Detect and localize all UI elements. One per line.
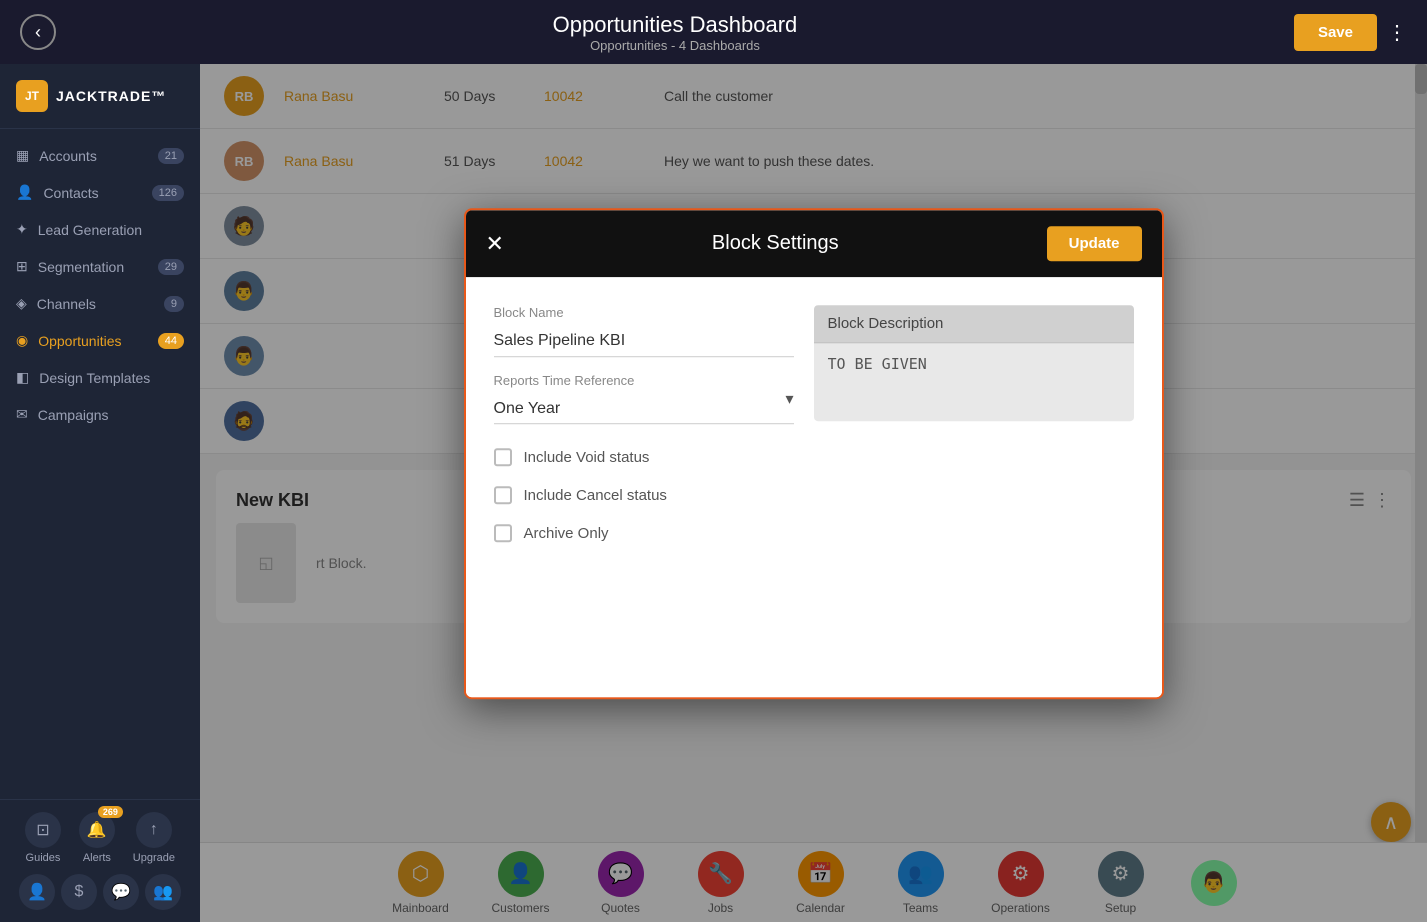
save-button[interactable]: Save xyxy=(1294,14,1377,51)
sidebar-item-opportunities[interactable]: ◉ Opportunities 44 xyxy=(0,322,200,359)
group-icon[interactable]: 👥 xyxy=(145,874,181,910)
lead-gen-label: Lead Generation xyxy=(38,222,142,238)
sidebar-item-design-templates[interactable]: ◧ Design Templates xyxy=(0,359,200,396)
design-icon: ◧ xyxy=(16,369,29,386)
time-ref-label: Reports Time Reference xyxy=(494,373,794,388)
segmentation-label: Segmentation xyxy=(38,259,124,275)
upgrade-label: Upgrade xyxy=(133,852,175,864)
sidebar-logo: JT JACKTRADE™ xyxy=(0,64,200,129)
accounts-icon: ▦ xyxy=(16,147,29,164)
opportunities-badge: 44 xyxy=(158,333,184,349)
block-desc-body: TO BE GIVEN xyxy=(814,343,1134,421)
campaigns-icon: ✉ xyxy=(16,406,28,423)
back-button[interactable]: ‹ xyxy=(20,14,56,50)
void-status-row: Include Void status xyxy=(494,448,1134,466)
cancel-status-row: Include Cancel status xyxy=(494,486,1134,504)
block-desc-header: Block Description xyxy=(814,305,1134,343)
guides-label: Guides xyxy=(26,852,61,864)
channels-label: Channels xyxy=(37,296,96,312)
block-desc-input[interactable]: TO BE GIVEN xyxy=(828,355,1120,405)
accounts-label: Accounts xyxy=(39,148,97,164)
sidebar-item-channels[interactable]: ◈ Channels 9 xyxy=(0,285,200,322)
content-area: RB Rana Basu 50 Days 10042 Call the cust… xyxy=(200,64,1427,922)
modal-right-section: Block Description TO BE GIVEN xyxy=(814,305,1134,424)
logo-icon: JT xyxy=(16,80,48,112)
design-label: Design Templates xyxy=(39,370,150,386)
modal-close-button[interactable]: ✕ xyxy=(486,233,504,255)
block-description-box: Block Description TO BE GIVEN xyxy=(814,305,1134,421)
page-subtitle: Opportunities - 4 Dashboards xyxy=(56,38,1294,53)
archive-only-checkbox[interactable] xyxy=(494,524,512,542)
channels-badge: 9 xyxy=(164,296,184,312)
opportunities-icon: ◉ xyxy=(16,332,28,349)
time-ref-select[interactable]: One Year Six Months Three Months One Mon… xyxy=(494,394,794,424)
accounts-badge: 21 xyxy=(158,148,184,164)
logo-text: JACKTRADE™ xyxy=(56,88,166,104)
sidebar-item-accounts[interactable]: ▦ Accounts 21 xyxy=(0,137,200,174)
modal-update-button[interactable]: Update xyxy=(1047,226,1142,261)
sidebar-item-campaigns[interactable]: ✉ Campaigns xyxy=(0,396,200,433)
modal-header: ✕ Block Settings Update xyxy=(466,210,1162,277)
guides-button[interactable]: ⊡ Guides xyxy=(25,812,61,864)
modal-left-section: Block Name Reports Time Reference One Ye… xyxy=(494,305,794,424)
block-settings-modal: ✕ Block Settings Update Block Name Repor… xyxy=(464,208,1164,699)
channels-icon: ◈ xyxy=(16,295,27,312)
user-icon[interactable]: 👤 xyxy=(19,874,55,910)
segmentation-badge: 29 xyxy=(158,259,184,275)
block-name-label: Block Name xyxy=(494,305,794,320)
page-title: Opportunities Dashboard xyxy=(56,12,1294,38)
more-options-icon[interactable]: ⋮ xyxy=(1387,20,1407,45)
alerts-badge: 269 xyxy=(98,806,123,818)
sidebar-item-lead-generation[interactable]: ✦ Lead Generation xyxy=(0,211,200,248)
cancel-status-label: Include Cancel status xyxy=(524,487,667,504)
contacts-badge: 126 xyxy=(152,185,184,201)
opportunities-label: Opportunities xyxy=(38,333,121,349)
block-name-field: Block Name xyxy=(494,305,794,357)
void-status-label: Include Void status xyxy=(524,449,650,466)
sidebar-item-contacts[interactable]: 👤 Contacts 126 xyxy=(0,174,200,211)
contacts-label: Contacts xyxy=(43,185,98,201)
main-layout: JT JACKTRADE™ ▦ Accounts 21 👤 Contacts xyxy=(0,64,1427,922)
time-ref-field: Reports Time Reference One Year Six Mont… xyxy=(494,373,794,424)
alerts-label: Alerts xyxy=(83,852,111,864)
modal-title: Block Settings xyxy=(504,232,1047,255)
modal-top-section: Block Name Reports Time Reference One Ye… xyxy=(494,305,1134,424)
void-status-checkbox[interactable] xyxy=(494,448,512,466)
chat-icon[interactable]: 💬 xyxy=(103,874,139,910)
block-name-input[interactable] xyxy=(494,326,794,357)
archive-only-row: Archive Only xyxy=(494,524,1134,542)
archive-only-label: Archive Only xyxy=(524,525,609,542)
top-header: ‹ Opportunities Dashboard Opportunities … xyxy=(0,0,1427,64)
contacts-icon: 👤 xyxy=(16,184,33,201)
header-right: Save ⋮ xyxy=(1294,14,1407,51)
segmentation-icon: ⊞ xyxy=(16,258,28,275)
sidebar: JT JACKTRADE™ ▦ Accounts 21 👤 Contacts xyxy=(0,64,200,922)
cancel-status-checkbox[interactable] xyxy=(494,486,512,504)
sidebar-item-segmentation[interactable]: ⊞ Segmentation 29 xyxy=(0,248,200,285)
sidebar-nav: ▦ Accounts 21 👤 Contacts 126 ✦ Lead Gen xyxy=(0,129,200,441)
dollar-icon[interactable]: $ xyxy=(61,874,97,910)
header-center: Opportunities Dashboard Opportunities - … xyxy=(56,12,1294,53)
alerts-button[interactable]: 🔔 269 Alerts xyxy=(79,812,115,864)
campaigns-label: Campaigns xyxy=(38,407,109,423)
lead-gen-icon: ✦ xyxy=(16,221,28,238)
modal-body: Block Name Reports Time Reference One Ye… xyxy=(466,277,1162,697)
upgrade-button[interactable]: ↑ Upgrade xyxy=(133,812,175,864)
